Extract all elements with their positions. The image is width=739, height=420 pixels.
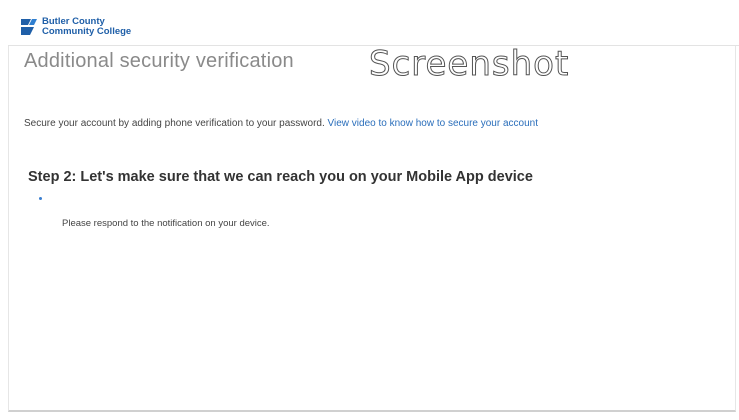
butler-logo-icon xyxy=(21,18,37,35)
view-video-link[interactable]: View video to know how to secure your ac… xyxy=(328,118,539,129)
logo-text: Butler County Community College xyxy=(42,15,132,37)
notification-message: Please respond to the notification on yo… xyxy=(62,218,270,229)
intro-text: Secure your account by adding phone veri… xyxy=(24,118,724,129)
logo-line-1: Butler County xyxy=(42,15,105,27)
browser-frame: Butler County Community College Addition… xyxy=(0,0,739,420)
college-logo: Butler County Community College xyxy=(20,15,132,37)
logo-line-2: Community College xyxy=(42,25,132,37)
intro-description: Secure your account by adding phone veri… xyxy=(24,118,325,129)
page-title: Additional security verification xyxy=(24,50,294,72)
header-bar: Butler County Community College xyxy=(8,8,739,46)
content-panel xyxy=(8,46,736,412)
step-title: Step 2: Let's make sure that we can reac… xyxy=(28,169,533,185)
progress-indicator-icon xyxy=(39,197,42,200)
screenshot-watermark: Screenshot xyxy=(368,44,570,85)
